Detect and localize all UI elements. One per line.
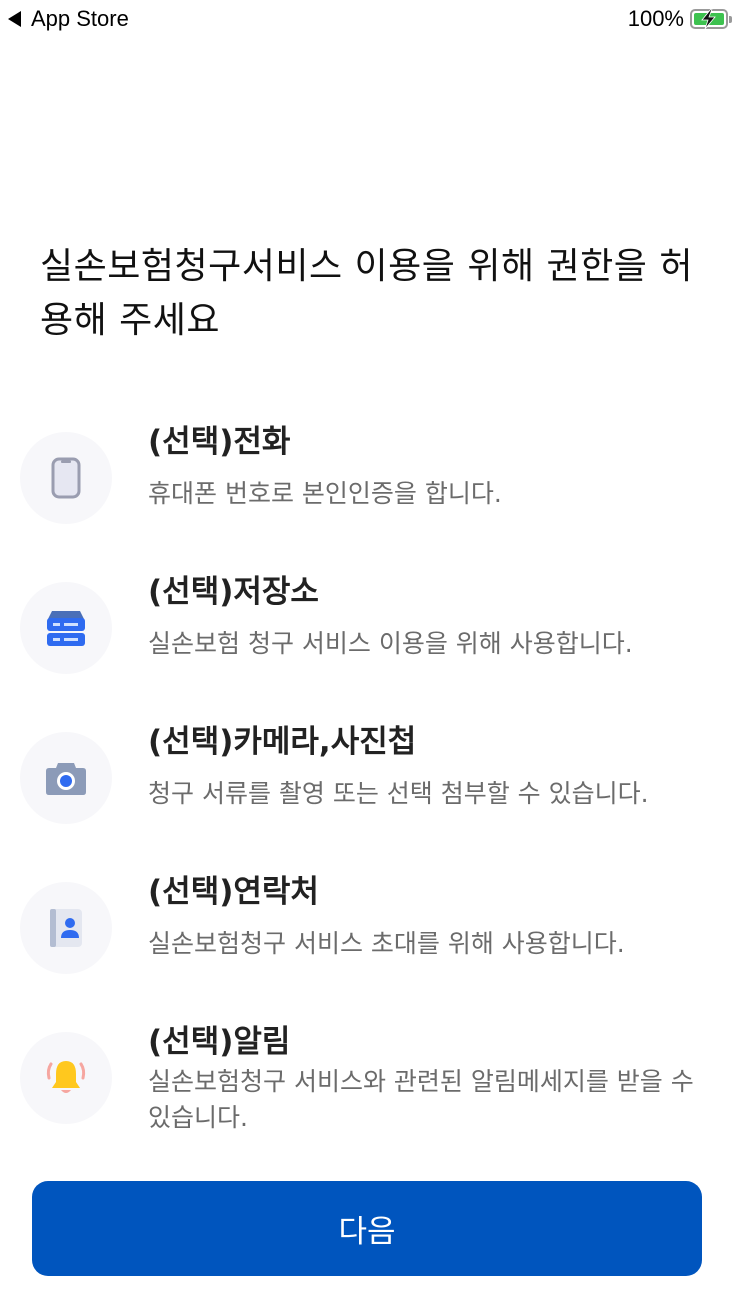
battery-percent: 100% [627, 6, 684, 31]
camera-icon [46, 763, 86, 795]
permission-description: 실손보험 청구 서비스 이용을 위해 사용합니다. [148, 629, 633, 658]
next-button[interactable]: 다음 [32, 1181, 702, 1276]
permission-title: (선택)전화 [148, 424, 291, 460]
contacts-icon-badge [20, 882, 112, 974]
back-arrow-icon [8, 11, 21, 27]
permission-title: (선택)저장소 [148, 574, 319, 610]
permission-item-camera: (선택)카메라,사진첩 청구 서류를 촬영 또는 선택 첨부할 수 있습니다. [0, 720, 736, 860]
permission-item-notification: (선택)알림 실손보험청구 서비스와 관련된 알림메세지를 받을 수 있습니다. [0, 1020, 736, 1160]
page-title: 실손보험청구서비스 이용을 위해 권한을 허용해 주세요 [40, 246, 693, 341]
storage-icon-badge [20, 582, 112, 674]
back-to-app-store[interactable]: App Store [8, 6, 129, 32]
phone-icon-badge [20, 432, 112, 524]
battery-icon [690, 8, 732, 30]
permission-item-phone: (선택)전화 휴대폰 번호로 본인인증을 합니다. [0, 420, 736, 560]
bell-icon-badge [20, 1032, 112, 1124]
storage-icon [47, 611, 85, 646]
bell-icon [46, 1061, 86, 1093]
permission-title: (선택)연락처 [148, 874, 319, 910]
charging-bolt-icon [701, 8, 716, 30]
permission-description: 실손보험청구 서비스 초대를 위해 사용합니다. [148, 929, 625, 958]
contacts-icon [50, 909, 82, 947]
permission-title: (선택)카메라,사진첩 [148, 724, 417, 760]
permission-description: 실손보험청구 서비스와 관련된 알림메세지를 받을 수 있습니다. [148, 1067, 694, 1132]
battery-cap [729, 16, 732, 23]
battery-indicator: 100% [627, 6, 732, 32]
permission-title: (선택)알림 [148, 1024, 291, 1060]
camera-icon-badge [20, 732, 112, 824]
permission-item-storage: (선택)저장소 실손보험 청구 서비스 이용을 위해 사용합니다. [0, 570, 736, 710]
phone-icon [51, 457, 81, 499]
status-bar: App Store 100% [0, 0, 736, 42]
permission-description: 청구 서류를 촬영 또는 선택 첨부할 수 있습니다. [148, 779, 649, 808]
permission-item-contacts: (선택)연락처 실손보험청구 서비스 초대를 위해 사용합니다. [0, 870, 736, 1010]
permission-description: 휴대폰 번호로 본인인증을 합니다. [148, 479, 502, 508]
back-app-label: App Store [31, 6, 129, 31]
